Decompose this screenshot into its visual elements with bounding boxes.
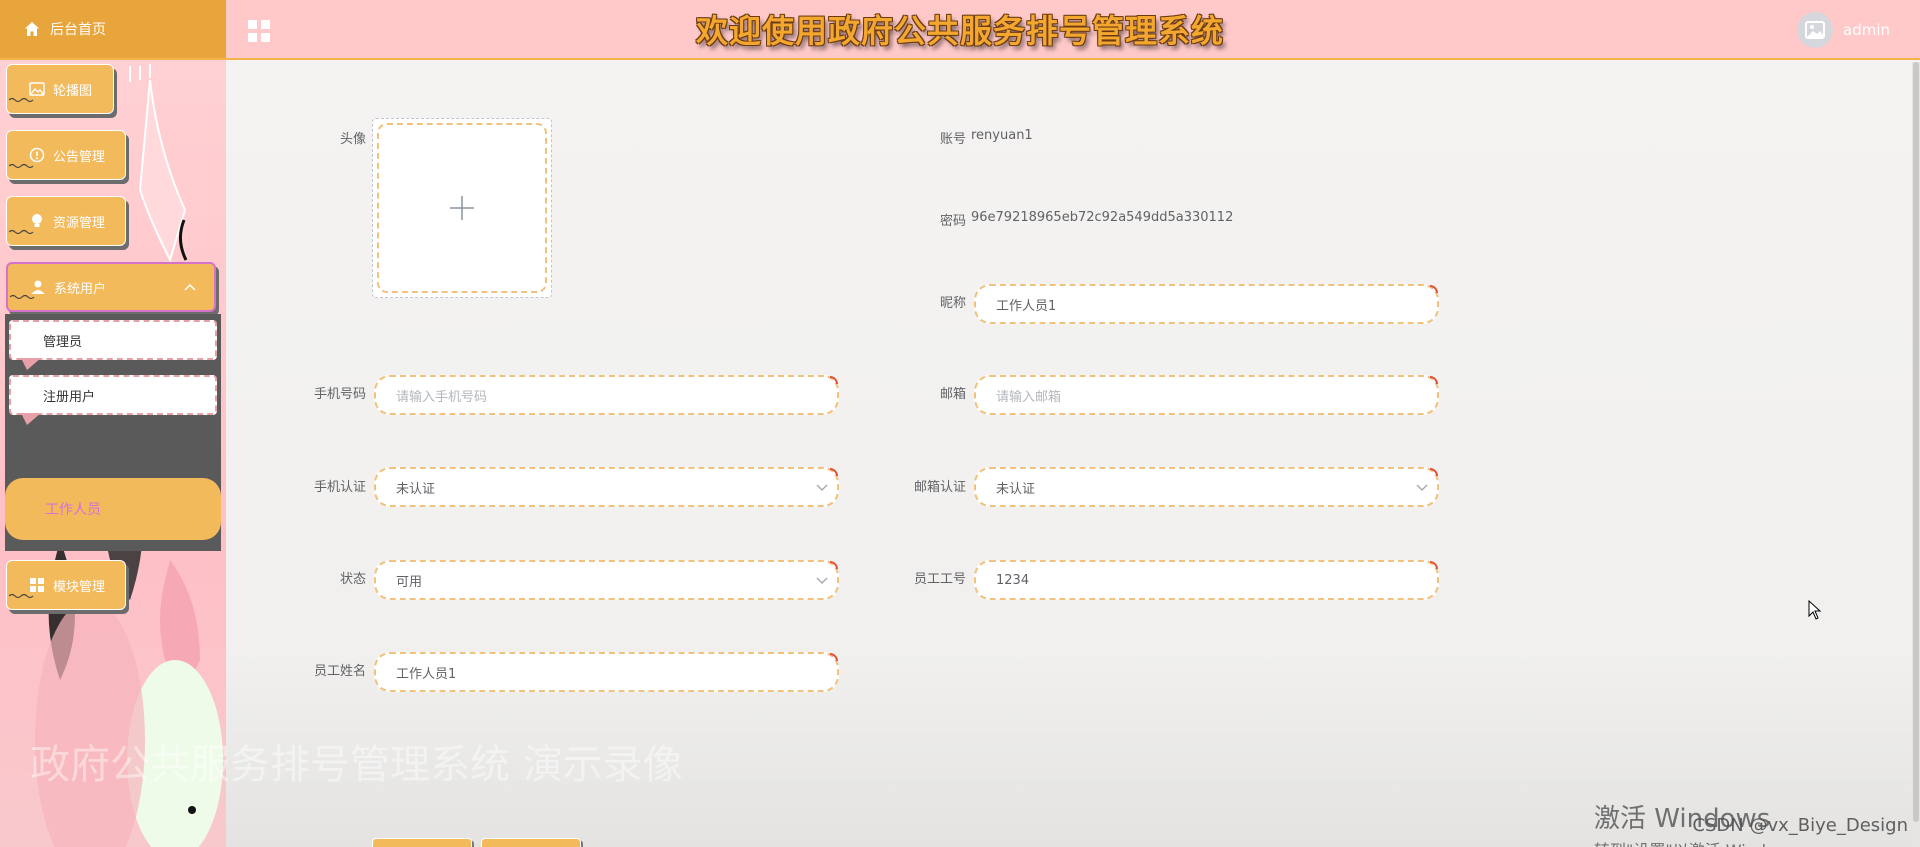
status-select[interactable]: 可用 [374, 560, 839, 600]
mouse-cursor-icon [1808, 600, 1822, 620]
submit-button[interactable] [372, 838, 472, 847]
home-link[interactable]: 后台首页 [0, 0, 226, 58]
phone-verify-value: 未认证 [396, 481, 436, 497]
chevron-down-icon [1416, 484, 1428, 492]
grid-icon [29, 577, 45, 593]
email-verify-value: 未认证 [996, 481, 1036, 497]
sidebar-item-label: 资源管理 [53, 215, 106, 231]
submenu-item-registered-users[interactable]: 注册用户 [9, 375, 217, 425]
phone-verify-select[interactable]: 未认证 [374, 467, 839, 507]
wavy-decoration-icon [9, 593, 34, 599]
staff-no-label: 员工工号 [913, 572, 966, 587]
phone-verify-label: 手机认证 [313, 480, 366, 495]
email-input[interactable]: 请输入邮箱 [974, 375, 1439, 415]
email-label: 邮箱 [939, 387, 966, 402]
nickname-value: 工作人员1 [996, 298, 1057, 314]
sidebar-item-resources[interactable]: 资源管理 [6, 196, 126, 246]
status-label: 状态 [339, 572, 366, 587]
staff-name-value: 工作人员1 [396, 666, 457, 682]
sidebar-item-label: 轮播图 [53, 83, 93, 99]
sidebar-item-label: 模块管理 [53, 579, 106, 595]
avatar-label: 头像 [339, 132, 366, 147]
account-value: renyuan1 [971, 128, 1033, 143]
phone-placeholder: 请输入手机号码 [396, 389, 488, 405]
nickname-input[interactable]: 工作人员1 [974, 284, 1439, 324]
wavy-decoration-icon [9, 97, 34, 103]
wavy-decoration-icon [9, 163, 34, 169]
submenu-label: 管理员 [43, 334, 83, 350]
plus-icon [450, 196, 474, 220]
scrollbar-thumb[interactable] [1913, 62, 1919, 822]
sidebar-item-system-users[interactable]: 系统用户 [6, 262, 216, 312]
sidebar-item-carousel[interactable]: 轮播图 [6, 64, 114, 114]
phone-label: 手机号码 [313, 387, 366, 402]
email-verify-select[interactable]: 未认证 [974, 467, 1439, 507]
staff-edit-form: 头像 账号 renyuan1 密码 96e79218965eb72c92a549… [226, 62, 1920, 847]
picture-icon [1805, 21, 1825, 39]
nickname-label: 昵称 [939, 296, 966, 311]
sidebar: 轮播图 公告管理 资源管理 系统用户 管理员 注册用户 工作人员 模块管理 [0, 60, 226, 847]
cancel-button[interactable] [481, 838, 581, 847]
account-label: 账号 [939, 132, 966, 147]
password-value: 96e79218965eb72c92a549dd5a330112 [971, 210, 1234, 225]
submenu-system-users: 管理员 注册用户 工作人员 [5, 314, 221, 551]
email-verify-label: 邮箱认证 [913, 480, 966, 495]
staff-name-label: 员工姓名 [313, 664, 366, 679]
top-header: 后台首页 欢迎使用政府公共服务排号管理系统 admin [0, 0, 1920, 60]
user-menu[interactable]: admin [1797, 12, 1890, 48]
avatar-uploader[interactable] [372, 118, 552, 298]
phone-input[interactable]: 请输入手机号码 [374, 375, 839, 415]
staff-no-input[interactable]: 1234 [974, 560, 1439, 600]
page-scrollbar[interactable] [1912, 62, 1920, 847]
image-icon [29, 81, 45, 97]
wavy-decoration-icon [9, 229, 34, 235]
avatar [1797, 12, 1833, 48]
info-circle-icon [29, 147, 45, 163]
chevron-up-icon [184, 283, 196, 291]
wavy-decoration-icon [10, 294, 35, 300]
sidebar-item-label: 公告管理 [53, 149, 106, 165]
submenu-item-admin[interactable]: 管理员 [9, 320, 217, 370]
password-label: 密码 [939, 214, 966, 229]
user-icon [30, 279, 46, 295]
submenu-label: 注册用户 [43, 389, 96, 405]
menu-toggle-grid-icon[interactable] [248, 20, 270, 42]
sidebar-item-notice[interactable]: 公告管理 [6, 130, 126, 180]
email-placeholder: 请输入邮箱 [996, 389, 1062, 405]
username: admin [1843, 21, 1890, 39]
system-title: 欢迎使用政府公共服务排号管理系统 [695, 12, 1224, 50]
lightbulb-icon [29, 213, 45, 229]
home-icon [25, 22, 39, 36]
submenu-label: 工作人员 [45, 502, 101, 518]
staff-no-value: 1234 [996, 572, 1030, 588]
sidebar-item-modules[interactable]: 模块管理 [6, 560, 126, 610]
sidebar-item-label: 系统用户 [54, 281, 107, 297]
submenu-item-staff[interactable]: 工作人员 [5, 478, 221, 540]
status-value: 可用 [396, 574, 423, 590]
home-label: 后台首页 [50, 22, 106, 38]
staff-name-input[interactable]: 工作人员1 [374, 652, 839, 692]
